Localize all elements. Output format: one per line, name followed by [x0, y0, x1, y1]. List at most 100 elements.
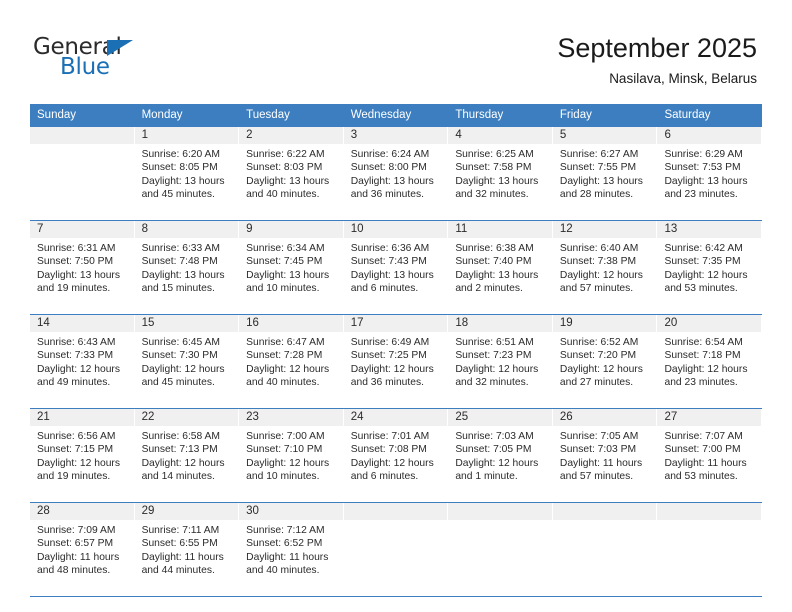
- day-cell[interactable]: 13 Sunrise: 6:42 AM Sunset: 7:35 PM Dayligh…: [657, 221, 763, 314]
- day-sunrise-text: Sunrise: 6:20 AM: [141, 149, 220, 160]
- day-sunrise-text: Sunrise: 6:47 AM: [246, 337, 325, 348]
- day-details: Sunrise: 6:25 AM Sunset: 7:58 PM Daylight:…: [448, 144, 552, 202]
- day-details: Sunrise: 6:43 AM Sunset: 7:33 PM Daylight:…: [30, 332, 134, 390]
- day-sunset-text: Sunset: 7:35 PM: [664, 256, 741, 268]
- day-cell[interactable]: 25 Sunrise: 7:03 AM Sunset: 7:05 PM Dayligh…: [448, 409, 553, 502]
- day-daylight-text: Daylight: 11 hours: [664, 457, 747, 469]
- day-daylight-text: Daylight: 12 hours: [350, 363, 434, 375]
- day-cell[interactable]: 29 Sunrise: 7:11 AM Sunset: 6:55 PM Dayligh…: [134, 503, 240, 596]
- day-cell[interactable]: 12 Sunrise: 6:40 AM Sunset: 7:38 PM Dayligh…: [552, 221, 658, 314]
- day-number: 13: [657, 221, 762, 238]
- day-cell[interactable]: 11 Sunrise: 6:38 AM Sunset: 7:40 PM Dayligh…: [448, 221, 553, 314]
- day-details: Sunrise: 7:03 AM Sunset: 7:05 PM Daylight:…: [448, 426, 552, 484]
- day-daylight-cont-text: and 53 minutes.: [664, 471, 738, 483]
- page-header: General Blue September 2025 Nasilava, Mi…: [0, 0, 792, 104]
- day-daylight-cont-text: and 36 minutes.: [350, 377, 425, 389]
- day-daylight-text: Daylight: 13 hours: [141, 175, 225, 187]
- day-daylight-text: Daylight: 12 hours: [455, 363, 539, 375]
- day-details: Sunrise: 6:51 AM Sunset: 7:23 PM Daylight:…: [448, 332, 552, 390]
- day-daylight-text: Daylight: 12 hours: [246, 363, 330, 375]
- weekday-header-saturday: Saturday: [664, 109, 711, 121]
- day-cell[interactable]: 2 Sunrise: 6:22 AM Sunset: 8:03 PM Daylight…: [239, 127, 344, 220]
- day-details: Sunrise: 7:00 AM Sunset: 7:10 PM Daylight:…: [239, 426, 343, 484]
- day-sunset-text: Sunset: 7:13 PM: [141, 444, 218, 456]
- day-daylight-cont-text: and 2 minutes.: [455, 283, 523, 295]
- day-sunrise-text: Sunrise: 6:38 AM: [455, 243, 534, 254]
- day-daylight-cont-text: and 45 minutes.: [141, 189, 215, 201]
- day-daylight-cont-text: and 15 minutes.: [141, 283, 215, 295]
- day-sunrise-text: Sunrise: 6:29 AM: [664, 149, 743, 160]
- weekday-header-sunday: Sunday: [37, 109, 77, 121]
- day-sunrise-text: Sunrise: 6:25 AM: [455, 149, 534, 160]
- day-daylight-text: Daylight: 13 hours: [455, 269, 539, 281]
- day-cell[interactable]: 24 Sunrise: 7:01 AM Sunset: 7:08 PM Dayligh…: [343, 409, 449, 502]
- calendar-grid: Sunday Monday Tuesday Wednesday Thursday…: [30, 104, 763, 597]
- day-cell[interactable]: 27 Sunrise: 7:07 AM Sunset: 7:00 PM Dayligh…: [657, 409, 763, 502]
- day-cell[interactable]: 14 Sunrise: 6:43 AM Sunset: 7:33 PM Dayligh…: [30, 315, 135, 408]
- day-cell[interactable]: 22 Sunrise: 6:58 AM Sunset: 7:13 PM Dayligh…: [134, 409, 240, 502]
- day-sunset-text: Sunset: 7:18 PM: [664, 350, 741, 362]
- day-cell[interactable]: 3 Sunrise: 6:24 AM Sunset: 8:00 PM Daylight…: [343, 127, 449, 220]
- day-cell[interactable]: 30 Sunrise: 7:12 AM Sunset: 6:52 PM Dayligh…: [239, 503, 344, 596]
- day-daylight-text: Daylight: 13 hours: [664, 175, 748, 187]
- day-sunset-text: Sunset: 7:28 PM: [246, 350, 323, 362]
- day-cell[interactable]: 20 Sunrise: 6:54 AM Sunset: 7:18 PM Dayligh…: [657, 315, 763, 408]
- day-cell[interactable]: 9 Sunrise: 6:34 AM Sunset: 7:45 PM Daylight…: [239, 221, 344, 314]
- day-daylight-text: Daylight: 13 hours: [37, 269, 120, 281]
- weekday-header-friday: Friday: [559, 109, 592, 121]
- day-sunset-text: Sunset: 7:48 PM: [141, 256, 218, 268]
- day-sunset-text: Sunset: 7:23 PM: [455, 350, 532, 362]
- day-cell[interactable]: 18 Sunrise: 6:51 AM Sunset: 7:23 PM Dayligh…: [448, 315, 553, 408]
- day-cell[interactable]: 5 Sunrise: 6:27 AM Sunset: 7:55 PM Daylight…: [552, 127, 658, 220]
- weekday-header-row: Sunday Monday Tuesday Wednesday Thursday…: [30, 104, 762, 127]
- day-cell[interactable]: 28 Sunrise: 7:09 AM Sunset: 6:57 PM Dayligh…: [30, 503, 135, 596]
- day-cell[interactable]: 17 Sunrise: 6:49 AM Sunset: 7:25 PM Dayligh…: [343, 315, 449, 408]
- logo-text-blue: Blue: [60, 54, 110, 80]
- day-sunset-text: Sunset: 7:53 PM: [664, 162, 741, 174]
- day-details: Sunrise: 7:05 AM Sunset: 7:03 PM Daylight:…: [553, 426, 657, 484]
- day-cell[interactable]: 15 Sunrise: 6:45 AM Sunset: 7:30 PM Dayligh…: [134, 315, 240, 408]
- day-details: Sunrise: 7:07 AM Sunset: 7:00 PM Daylight:…: [657, 426, 761, 484]
- day-daylight-cont-text: and 57 minutes.: [559, 471, 634, 483]
- day-cell-empty: [30, 127, 135, 220]
- day-daylight-text: Daylight: 13 hours: [455, 175, 539, 187]
- day-cell[interactable]: 16 Sunrise: 6:47 AM Sunset: 7:28 PM Dayligh…: [239, 315, 344, 408]
- day-number: 27: [657, 409, 762, 426]
- day-sunrise-text: Sunrise: 7:00 AM: [246, 431, 325, 442]
- day-details: Sunrise: 6:52 AM Sunset: 7:20 PM Daylight:…: [553, 332, 657, 390]
- day-sunset-text: Sunset: 6:55 PM: [141, 538, 218, 550]
- calendar-week-row: 14 Sunrise: 6:43 AM Sunset: 7:33 PM Dayligh…: [30, 314, 763, 408]
- day-details: Sunrise: 6:27 AM Sunset: 7:55 PM Daylight:…: [553, 144, 657, 202]
- day-number: 11: [448, 221, 552, 238]
- day-cell[interactable]: 8 Sunrise: 6:33 AM Sunset: 7:48 PM Daylight…: [134, 221, 240, 314]
- general-blue-logo[interactable]: General Blue: [33, 36, 183, 82]
- day-number: [657, 503, 762, 520]
- day-number: 24: [343, 409, 448, 426]
- day-daylight-cont-text: and 27 minutes.: [559, 377, 634, 389]
- day-number: 14: [30, 315, 134, 332]
- day-sunset-text: Sunset: 7:38 PM: [559, 256, 637, 268]
- day-cell[interactable]: 4 Sunrise: 6:25 AM Sunset: 7:58 PM Daylight…: [448, 127, 553, 220]
- day-number: 28: [30, 503, 134, 520]
- day-cell[interactable]: 21 Sunrise: 6:56 AM Sunset: 7:15 PM Dayligh…: [30, 409, 135, 502]
- day-details: Sunrise: 6:24 AM Sunset: 8:00 PM Daylight:…: [344, 144, 448, 202]
- day-details: Sunrise: 6:58 AM Sunset: 7:13 PM Daylight:…: [135, 426, 239, 484]
- day-daylight-cont-text: and 32 minutes.: [455, 189, 529, 201]
- day-number: 8: [134, 221, 239, 238]
- day-cell[interactable]: 23 Sunrise: 7:00 AM Sunset: 7:10 PM Dayligh…: [239, 409, 344, 502]
- day-cell[interactable]: 7 Sunrise: 6:31 AM Sunset: 7:50 PM Daylight…: [30, 221, 135, 314]
- day-sunrise-text: Sunrise: 6:27 AM: [559, 149, 639, 160]
- triangle-icon: [107, 40, 133, 56]
- day-sunset-text: Sunset: 7:55 PM: [559, 162, 637, 174]
- day-number: 17: [343, 315, 448, 332]
- day-sunrise-text: Sunrise: 7:01 AM: [350, 431, 430, 442]
- day-cell[interactable]: 10 Sunrise: 6:36 AM Sunset: 7:43 PM Dayligh…: [343, 221, 449, 314]
- day-daylight-cont-text: and 6 minutes.: [350, 283, 419, 295]
- day-sunrise-text: Sunrise: 6:45 AM: [141, 337, 220, 348]
- day-sunrise-text: Sunrise: 6:24 AM: [350, 149, 430, 160]
- day-cell[interactable]: 19 Sunrise: 6:52 AM Sunset: 7:20 PM Dayligh…: [552, 315, 658, 408]
- day-details: Sunrise: 6:40 AM Sunset: 7:38 PM Daylight:…: [553, 238, 657, 296]
- day-cell[interactable]: 1 Sunrise: 6:20 AM Sunset: 8:05 PM Daylight…: [134, 127, 240, 220]
- day-cell[interactable]: 6 Sunrise: 6:29 AM Sunset: 7:53 PM Daylight…: [657, 127, 763, 220]
- day-cell[interactable]: 26 Sunrise: 7:05 AM Sunset: 7:03 PM Dayligh…: [552, 409, 658, 502]
